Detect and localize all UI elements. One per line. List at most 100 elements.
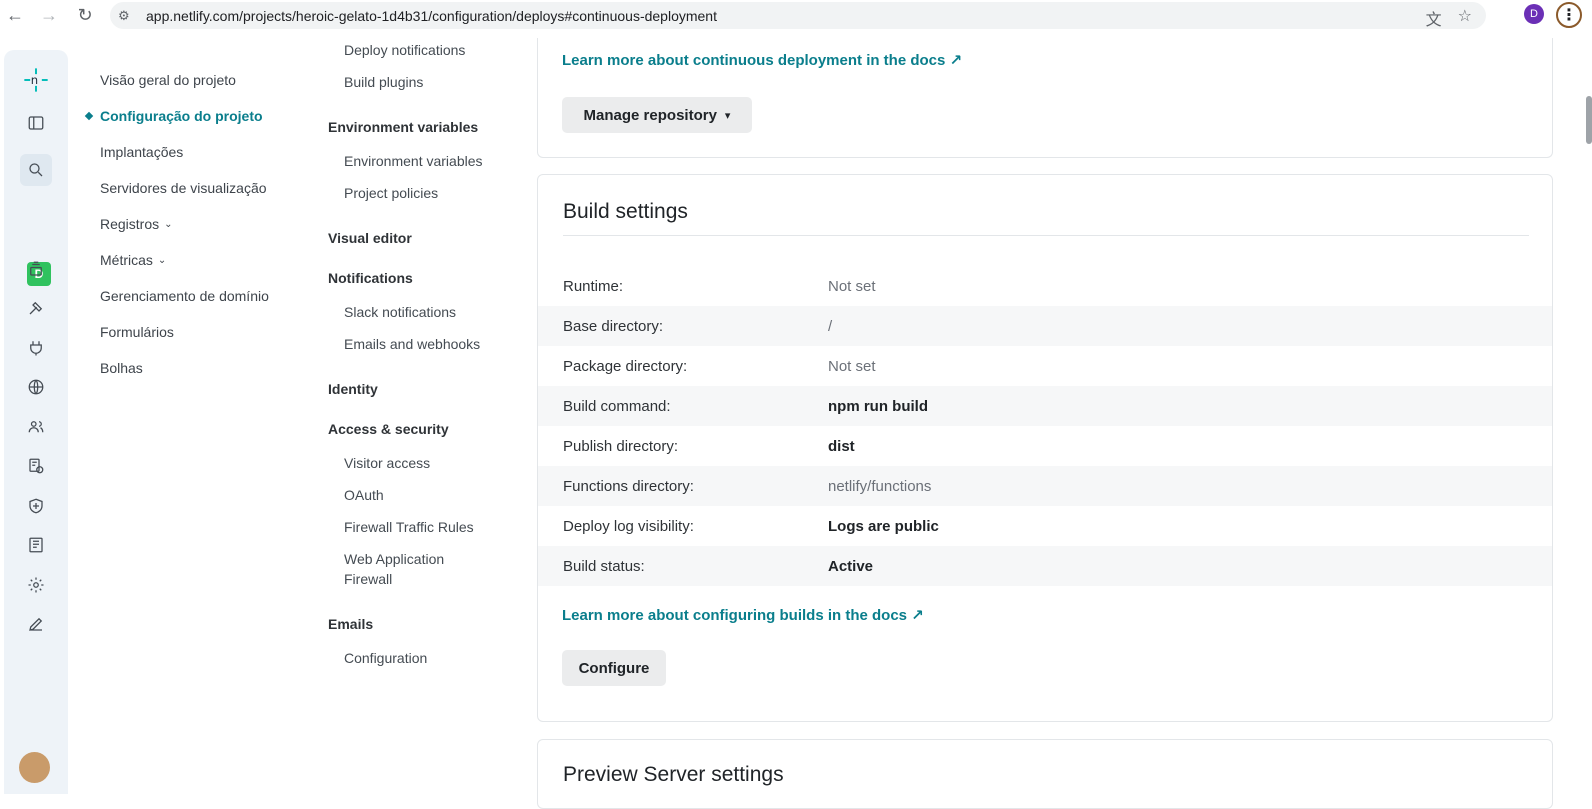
nav-label: Formulários xyxy=(100,324,174,340)
row-label: Functions directory: xyxy=(563,477,694,495)
title-divider xyxy=(563,235,1529,236)
icon-rail: n D xyxy=(4,50,68,794)
subnav-emails-webhooks[interactable]: Emails and webhooks xyxy=(328,334,480,354)
build-settings-card: Build settings Runtime: Not set Base dir… xyxy=(537,174,1553,722)
row-label: Deploy log visibility: xyxy=(563,517,694,535)
row-label: Runtime: xyxy=(563,277,624,295)
nav-blobs[interactable]: Bolhas xyxy=(80,350,300,386)
forward-icon[interactable]: → xyxy=(35,1,63,29)
subnav-environment-variables-heading[interactable]: Environment variables xyxy=(328,117,478,137)
members-icon[interactable] xyxy=(20,411,52,443)
row-value: / xyxy=(828,317,833,335)
subnav-emails-heading[interactable]: Emails xyxy=(328,614,373,634)
profile-avatar[interactable]: D xyxy=(1524,4,1544,24)
subnav-build-plugins[interactable]: Build plugins xyxy=(328,72,423,92)
row-value: Not set xyxy=(828,277,876,295)
netlify-logo-icon[interactable]: n xyxy=(20,64,52,96)
subnav-waf-line-2[interactable]: Firewall xyxy=(328,569,392,589)
chevron-down-icon: ⌄ xyxy=(157,254,167,266)
nav-forms[interactable]: Formulários xyxy=(80,314,300,350)
subnav-deploy-notifications[interactable]: Deploy notifications xyxy=(328,40,465,60)
manage-repository-button[interactable]: Manage repository ▾ xyxy=(562,97,752,133)
usage-billing-icon[interactable] xyxy=(20,450,52,482)
subnav-oauth[interactable]: OAuth xyxy=(328,485,384,505)
nav-preview-servers[interactable]: Servidores de visualização xyxy=(80,170,300,206)
browser-menu-icon[interactable]: ⋮ xyxy=(1556,2,1582,28)
user-avatar[interactable] xyxy=(19,752,50,783)
subnav-visual-editor[interactable]: Visual editor xyxy=(328,228,412,248)
nav-project-overview[interactable]: Visão geral do projeto xyxy=(80,62,300,98)
row-label: Base directory: xyxy=(563,317,664,335)
docs-book-icon[interactable] xyxy=(20,529,52,561)
translate-icon[interactable]: 文 xyxy=(1426,6,1442,30)
nav-metrics[interactable]: Métricas ⌄ xyxy=(80,242,300,278)
edit-pencil-icon[interactable] xyxy=(20,608,52,640)
row-label: Package directory: xyxy=(563,357,688,375)
subnav-access-security-heading[interactable]: Access & security xyxy=(328,419,449,439)
configuring-builds-docs-link[interactable]: Learn more about configuring builds in t… xyxy=(562,606,924,624)
page-scrollbar[interactable] xyxy=(1586,96,1592,144)
address-bar[interactable]: ⚙ app.netlify.com/projects/heroic-gelato… xyxy=(110,2,1486,29)
security-shield-icon[interactable] xyxy=(20,490,52,522)
continuous-deployment-docs-link[interactable]: Learn more about continuous deployment i… xyxy=(562,51,962,69)
subnav-emails-configuration[interactable]: Configuration xyxy=(328,648,427,668)
sidebar-toggle-icon[interactable] xyxy=(20,107,52,139)
nav-label: Visão geral do projeto xyxy=(100,72,236,88)
subnav-notifications-heading[interactable]: Notifications xyxy=(328,268,413,288)
nav-label: Gerenciamento de domínio xyxy=(100,288,269,304)
manage-repository-label: Manage repository xyxy=(583,106,717,124)
settings-row-deploy-log-visibility: Deploy log visibility: Logs are public xyxy=(538,506,1552,546)
nav-label: Servidores de visualização xyxy=(100,180,267,196)
nav-label: Métricas xyxy=(100,252,153,268)
settings-row-runtime: Runtime: Not set xyxy=(538,266,1552,306)
nav-label: Configuração do projeto xyxy=(100,108,263,124)
settings-row-build-command: Build command: npm run build xyxy=(538,386,1552,426)
preview-server-card: Preview Server settings xyxy=(537,739,1553,809)
row-label: Build status: xyxy=(563,557,645,575)
projects-icon[interactable] xyxy=(20,253,52,285)
svg-text:n: n xyxy=(31,73,38,87)
domains-globe-icon[interactable] xyxy=(20,371,52,403)
row-label: Publish directory: xyxy=(563,437,679,455)
subnav-environment-variables[interactable]: Environment variables xyxy=(328,151,483,171)
subnav-identity[interactable]: Identity xyxy=(328,379,378,399)
project-nav: Visão geral do projeto Configuração do p… xyxy=(80,62,300,386)
url-text: app.netlify.com/projects/heroic-gelato-1… xyxy=(146,7,717,24)
subnav-firewall-traffic-rules[interactable]: Firewall Traffic Rules xyxy=(328,517,474,537)
nav-label: Registros xyxy=(100,216,160,232)
nav-project-configuration[interactable]: Configuração do projeto xyxy=(80,98,300,134)
back-icon[interactable]: ← xyxy=(1,1,29,29)
subnav-visitor-access[interactable]: Visitor access xyxy=(328,453,430,473)
settings-row-build-status: Build status: Active xyxy=(538,546,1552,586)
configure-button[interactable]: Configure xyxy=(562,650,666,686)
reload-icon[interactable]: ↻ xyxy=(71,1,99,29)
nav-domain-management[interactable]: Gerenciamento de domínio xyxy=(80,278,300,314)
row-value: dist xyxy=(828,437,855,455)
nav-label: Implantações xyxy=(100,144,184,160)
extensions-plug-icon[interactable] xyxy=(20,332,52,364)
row-value: npm run build xyxy=(828,397,928,415)
settings-row-base-directory: Base directory: / xyxy=(538,306,1552,346)
row-value: Not set xyxy=(828,357,876,375)
nav-deploys[interactable]: Implantações xyxy=(80,134,300,170)
settings-row-package-directory: Package directory: Not set xyxy=(538,346,1552,386)
settings-row-publish-directory: Publish directory: dist xyxy=(538,426,1552,466)
bookmark-star-icon[interactable]: ☆ xyxy=(1458,6,1472,30)
nav-logs[interactable]: Registros ⌄ xyxy=(80,206,300,242)
builds-hammer-icon[interactable] xyxy=(20,292,52,324)
chevron-down-icon: ▾ xyxy=(724,109,731,122)
browser-toolbar: ← → ↻ ⚙ app.netlify.com/projects/heroic-… xyxy=(0,0,1592,31)
build-settings-title: Build settings xyxy=(563,200,688,223)
chevron-down-icon: ⌄ xyxy=(164,218,173,230)
continuous-deployment-card: Learn more about continuous deployment i… xyxy=(537,38,1553,158)
settings-gear-icon[interactable] xyxy=(20,569,52,601)
row-value: Active xyxy=(828,557,874,575)
site-settings-icon[interactable]: ⚙ xyxy=(118,8,140,24)
row-label: Build command: xyxy=(563,397,671,415)
search-icon[interactable] xyxy=(20,154,52,186)
subnav-slack-notifications[interactable]: Slack notifications xyxy=(328,302,456,322)
preview-server-title: Preview Server settings xyxy=(563,763,784,786)
subnav-project-policies[interactable]: Project policies xyxy=(328,183,438,203)
subnav-waf-line-1[interactable]: Web Application xyxy=(328,549,444,569)
row-value: Logs are public xyxy=(828,517,939,535)
